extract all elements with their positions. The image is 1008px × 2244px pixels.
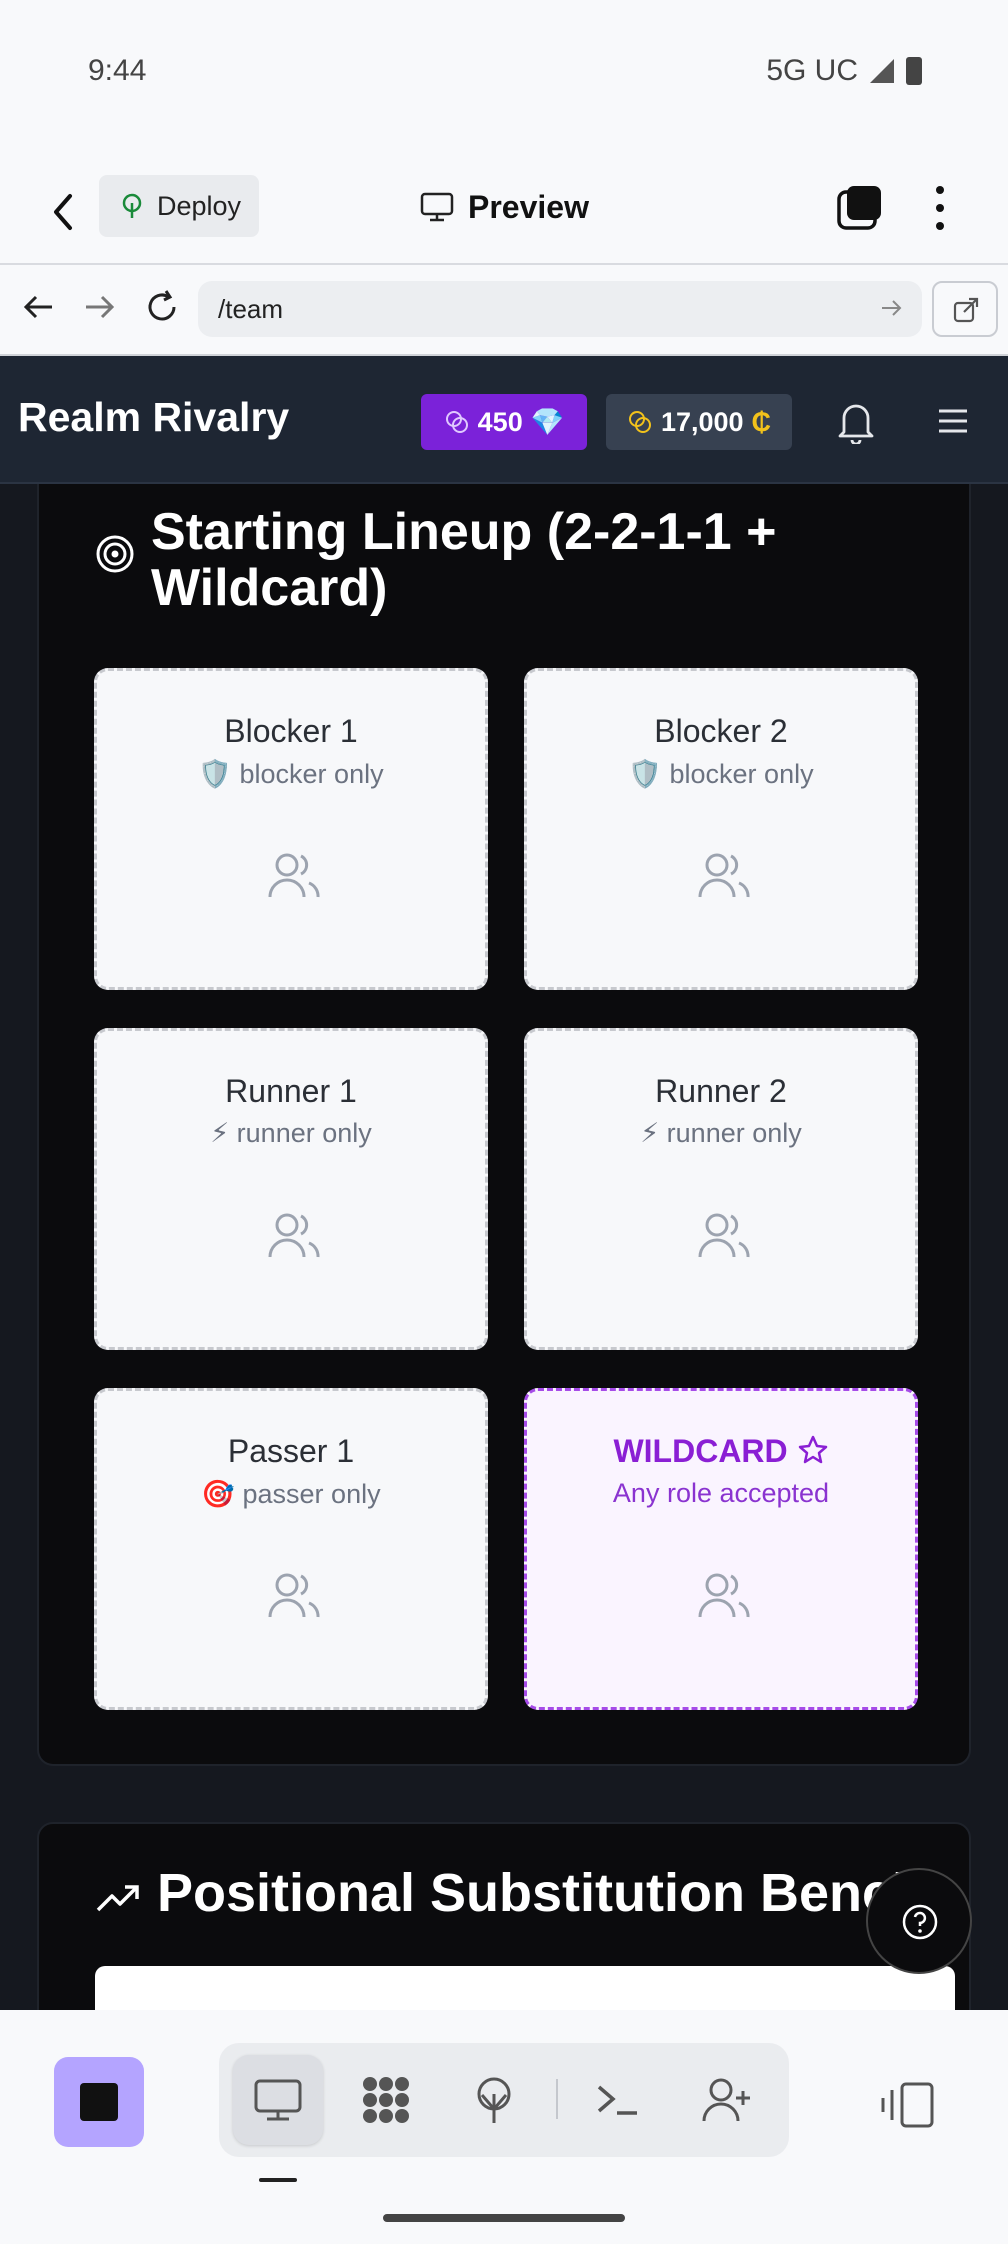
monitor-icon (254, 2079, 302, 2121)
blobs-icon (363, 2077, 409, 2123)
preview-tab[interactable]: Preview (420, 182, 589, 232)
lineup-slot-blocker-2[interactable]: Blocker 2 🛡️ blocker only (524, 668, 918, 990)
back-chevron-icon[interactable] (44, 182, 84, 242)
monitor-icon (420, 192, 454, 222)
lineup-slot-passer-1[interactable]: Passer 1 🎯 passer only (94, 1388, 488, 1710)
users-icon (268, 1573, 320, 1618)
slot-title: Blocker 1 (224, 713, 358, 749)
status-time: 9:44 (88, 54, 147, 87)
substitution-bench-panel: Positional Substitution Bench (37, 1822, 971, 2010)
open-external-button[interactable] (932, 281, 998, 337)
coins-icon (628, 411, 651, 433)
nav-forward-icon[interactable] (80, 287, 120, 327)
help-button[interactable] (866, 1868, 972, 1974)
coins-balance[interactable]: 17,000 ₵ (606, 394, 792, 450)
slot-title: Blocker 2 (654, 713, 788, 749)
bench-list (95, 1966, 955, 2010)
bell-icon[interactable] (836, 400, 876, 444)
slot-requirement: 🛡️ blocker only (628, 759, 814, 789)
battery-icon (906, 57, 922, 85)
stop-icon (80, 2083, 118, 2121)
help-icon (902, 1904, 938, 1940)
deploy-icon (477, 2077, 511, 2123)
lineup-title: Starting Lineup (2-2-1-1 + Wildcard) (151, 503, 777, 617)
lineup-slot-runner-1[interactable]: Runner 1 ⚡ runner only (94, 1028, 488, 1350)
status-indicators: 5G UC (766, 54, 922, 88)
deploy-button[interactable]: Deploy (99, 175, 259, 237)
browser-bar: /team (0, 265, 1008, 355)
lineup-slot-wildcard[interactable]: WILDCARD Any role accepted (524, 1388, 918, 1710)
slot-requirement: 🛡️ blocker only (198, 759, 384, 789)
signal-icon (870, 59, 894, 83)
slot-requirement: 🎯 passer only (201, 1479, 381, 1509)
url-field[interactable]: /team (198, 281, 922, 337)
deploy-label: Deploy (157, 190, 242, 221)
stop-button[interactable] (54, 2057, 144, 2147)
gems-balance[interactable]: 450 💎 (421, 394, 587, 450)
wildcard-label: WILDCARD (613, 1433, 788, 1469)
gems-value: 450 (477, 406, 523, 437)
trending-up-icon (96, 1885, 139, 1912)
network-label: 5G UC (766, 54, 858, 87)
add-user-icon (702, 2078, 750, 2122)
users-icon (698, 1573, 750, 1618)
workspace-bottom-bar (0, 2010, 1008, 2244)
app-title[interactable]: Realm Rivalry (18, 394, 289, 441)
bench-title: Positional Substitution Bench (157, 1863, 925, 1923)
nav-back-icon[interactable] (18, 287, 58, 327)
status-bar: 9:44 5G UC (0, 0, 1008, 150)
hamburger-menu-icon[interactable] (935, 404, 971, 438)
home-indicator (383, 2214, 625, 2222)
workspace-toolbar: Deploy Preview (0, 160, 1008, 264)
gems-coin-icon (445, 411, 468, 433)
tool-shell[interactable] (573, 2055, 663, 2145)
slot-title: Runner 1 (225, 1073, 357, 1109)
tool-preview[interactable] (233, 2055, 323, 2145)
star-icon (798, 1435, 827, 1464)
external-link-icon (953, 297, 979, 323)
url-text: /team (218, 293, 284, 324)
users-icon (268, 853, 320, 898)
slot-title: Passer 1 (227, 1433, 355, 1469)
starting-lineup-panel: Starting Lineup (2-2-1-1 + Wildcard) Blo… (37, 484, 971, 1766)
tool-separator (556, 2079, 558, 2119)
coins-value: 17,000 (660, 406, 744, 437)
gem-icon: 💎 (530, 407, 565, 437)
tool-deployments[interactable] (449, 2055, 539, 2145)
go-arrow-icon[interactable] (878, 295, 904, 321)
slot-requirement: Any role accepted (612, 1478, 830, 1508)
panel-toggle-icon[interactable] (880, 2080, 936, 2130)
slot-requirement: ⚡ runner only (640, 1118, 802, 1148)
app-header: Realm Rivalry 450 💎 17,000 ₵ (0, 356, 1008, 484)
app-viewport: Realm Rivalry 450 💎 17,000 ₵ Starting Li… (0, 356, 1008, 2010)
lineup-slot-runner-2[interactable]: Runner 2 ⚡ runner only (524, 1028, 918, 1350)
tool-switcher (219, 2043, 789, 2157)
more-vertical-icon[interactable] (928, 182, 952, 234)
slot-title: Runner 2 (655, 1073, 787, 1109)
tabs-icon[interactable] (837, 184, 883, 230)
terminal-icon (597, 2085, 637, 2115)
users-icon (698, 1213, 750, 1258)
tool-workspace[interactable] (341, 2055, 431, 2145)
tool-invite[interactable] (681, 2055, 771, 2145)
deploy-icon (122, 193, 142, 218)
preview-label: Preview (468, 188, 589, 225)
target-icon (96, 535, 134, 573)
slot-requirement: ⚡ runner only (210, 1118, 372, 1148)
reload-icon[interactable] (142, 287, 182, 327)
coin-symbol: ₵ (751, 406, 772, 437)
users-icon (268, 1213, 320, 1258)
users-icon (698, 853, 750, 898)
active-tool-indicator (259, 2178, 297, 2182)
lineup-slot-blocker-1[interactable]: Blocker 1 🛡️ blocker only (94, 668, 488, 990)
slot-title: WILDCARD (527, 1433, 915, 1470)
